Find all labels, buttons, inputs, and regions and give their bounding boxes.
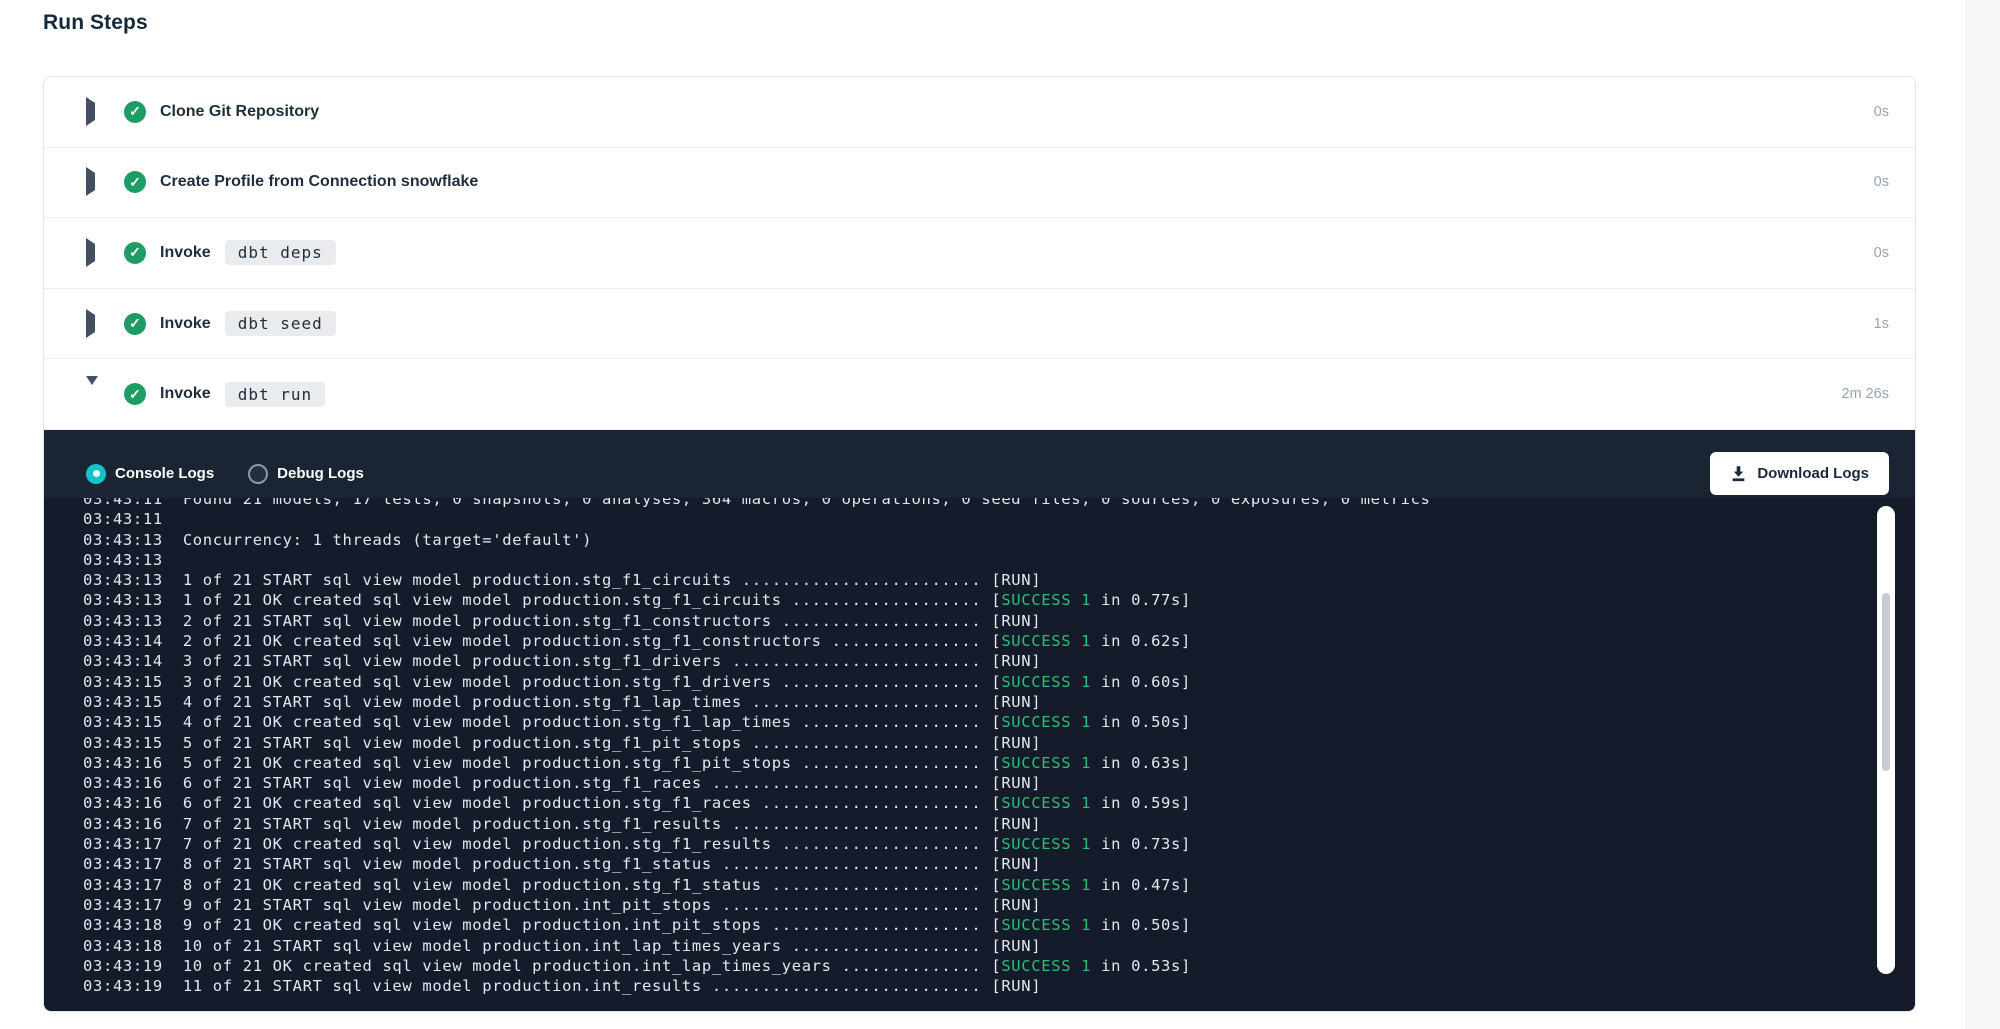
step-label: Invoke (160, 385, 211, 403)
log-line: 03:43:15 3 of 21 OK created sql view mod… (83, 672, 1915, 692)
log-scrollbar-track[interactable] (1877, 506, 1895, 974)
log-line: 03:43:15 5 of 21 START sql view model pr… (83, 733, 1915, 753)
step-duration: 0s (1874, 245, 1889, 261)
step-row-create-profile[interactable]: ✓ Create Profile from Connection snowfla… (44, 148, 1915, 219)
step-duration: 0s (1874, 174, 1889, 190)
download-icon (1730, 465, 1747, 482)
log-line: 03:43:13 (83, 550, 1915, 570)
download-logs-button[interactable]: Download Logs (1710, 452, 1889, 495)
log-line: 03:43:16 7 of 21 START sql view model pr… (83, 814, 1915, 834)
step-duration: 0s (1874, 104, 1889, 120)
log-type-radio-group: Console Logs Debug Logs (86, 464, 364, 484)
step-duration: 1s (1874, 316, 1889, 332)
log-line: 03:43:17 8 of 21 START sql view model pr… (83, 854, 1915, 874)
radio-unselected-icon[interactable] (248, 464, 268, 484)
log-line: 03:43:14 3 of 21 START sql view model pr… (83, 651, 1915, 671)
expand-caret-icon[interactable] (86, 173, 96, 191)
collapse-caret-icon[interactable] (86, 385, 96, 403)
success-check-icon: ✓ (124, 101, 146, 123)
console-logs-label: Console Logs (115, 465, 214, 482)
log-panel-header: Console Logs Debug Logs Download Logs (44, 430, 1915, 498)
log-line: 03:43:15 4 of 21 OK created sql view mod… (83, 712, 1915, 732)
log-line: 03:43:16 6 of 21 OK created sql view mod… (83, 793, 1915, 813)
expand-caret-icon[interactable] (86, 315, 96, 333)
log-line: 03:43:13 Concurrency: 1 threads (target=… (83, 530, 1915, 550)
success-check-icon: ✓ (124, 313, 146, 335)
console-log-lines: 03:43:11 Found 21 models, 17 tests, 0 sn… (44, 498, 1915, 996)
step-row-clone-git-repository[interactable]: ✓ Clone Git Repository 0s (44, 77, 1915, 148)
run-steps-page: Run Steps ✓ Clone Git Repository 0s ✓ Cr… (0, 0, 2000, 1029)
page-title: Run Steps (43, 11, 148, 35)
step-label: Clone Git Repository (160, 103, 319, 121)
log-line: 03:43:18 10 of 21 START sql view model p… (83, 936, 1915, 956)
success-check-icon: ✓ (124, 383, 146, 405)
log-line: 03:43:13 1 of 21 OK created sql view mod… (83, 590, 1915, 610)
download-logs-label: Download Logs (1757, 465, 1869, 482)
expand-caret-icon[interactable] (86, 103, 96, 121)
log-line: 03:43:14 2 of 21 OK created sql view mod… (83, 631, 1915, 651)
step-row-invoke-dbt-seed[interactable]: ✓ Invoke dbt seed 1s (44, 289, 1915, 360)
radio-selected-icon[interactable] (86, 464, 106, 484)
log-line: 03:43:17 9 of 21 START sql view model pr… (83, 895, 1915, 915)
log-line: 03:43:17 8 of 21 OK created sql view mod… (83, 875, 1915, 895)
console-log-output: 03:43:11 Found 21 models, 17 tests, 0 sn… (44, 498, 1915, 1012)
step-label: Invoke (160, 315, 211, 333)
log-line: 03:43:11 (83, 509, 1915, 529)
log-line: 03:43:18 9 of 21 OK created sql view mod… (83, 915, 1915, 935)
log-line: 03:43:19 10 of 21 OK created sql view mo… (83, 956, 1915, 976)
log-line: 03:43:13 1 of 21 START sql view model pr… (83, 570, 1915, 590)
step-row-invoke-dbt-deps[interactable]: ✓ Invoke dbt deps 0s (44, 218, 1915, 289)
expand-caret-icon[interactable] (86, 244, 96, 262)
success-check-icon: ✓ (124, 242, 146, 264)
step-row-invoke-dbt-run[interactable]: ✓ Invoke dbt run 2m 26s (44, 359, 1915, 430)
log-line: 03:43:17 7 of 21 OK created sql view mod… (83, 834, 1915, 854)
page-background-gutter (1966, 0, 2000, 1029)
log-line: 03:43:13 2 of 21 START sql view model pr… (83, 611, 1915, 631)
command-badge: dbt run (225, 382, 325, 407)
log-panel: Console Logs Debug Logs Download Logs (44, 430, 1915, 1012)
step-label: Invoke (160, 244, 211, 262)
success-check-icon: ✓ (124, 171, 146, 193)
log-line: 03:43:15 4 of 21 START sql view model pr… (83, 692, 1915, 712)
step-duration: 2m 26s (1841, 386, 1889, 402)
log-line: 03:43:19 11 of 21 START sql view model p… (83, 976, 1915, 996)
log-line: 03:43:11 Found 21 models, 17 tests, 0 sn… (83, 498, 1915, 509)
debug-logs-label: Debug Logs (277, 465, 364, 482)
console-logs-radio[interactable]: Console Logs (86, 464, 214, 484)
debug-logs-radio[interactable]: Debug Logs (248, 464, 364, 484)
step-label: Create Profile from Connection snowflake (160, 173, 478, 191)
run-steps-card: ✓ Clone Git Repository 0s ✓ Create Profi… (43, 76, 1916, 1012)
command-badge: dbt seed (225, 311, 336, 336)
command-badge: dbt deps (225, 240, 336, 265)
log-line: 03:43:16 6 of 21 START sql view model pr… (83, 773, 1915, 793)
log-line: 03:43:16 5 of 21 OK created sql view mod… (83, 753, 1915, 773)
log-scrollbar-thumb[interactable] (1882, 593, 1890, 771)
